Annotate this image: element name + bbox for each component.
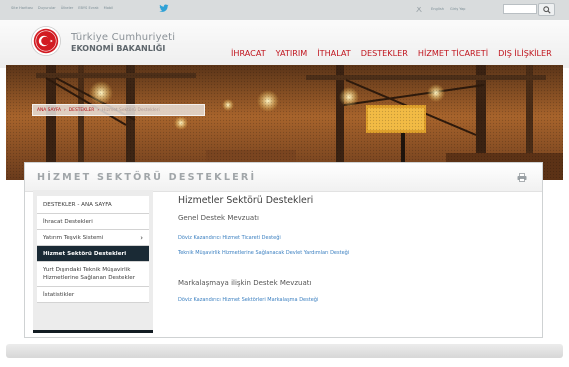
utility-bar: Site Haritası Duyurular Ülkeler EBYS Evr… [0,0,569,20]
search-button[interactable] [538,3,555,16]
ministry-logo-icon[interactable] [31,26,61,56]
search-input[interactable] [503,4,537,14]
search-icon [543,6,551,14]
link-currency-earning-service-trade[interactable]: Döviz Kazandırıcı Hizmet Ticareti Desteğ… [178,235,281,241]
language-icon [416,6,422,13]
countries-link[interactable]: Ülkeler [61,6,73,10]
breadcrumb-separator: › [97,107,100,113]
sidebar-item-label: İstatistikler [43,291,75,298]
sidebar-item-label: İhracat Destekleri [43,218,93,225]
twitter-icon[interactable] [159,4,169,13]
page-title: HİZMET SEKTÖRÜ DESTEKLERİ [37,172,257,183]
footer-band [6,344,563,358]
link-branding-support[interactable]: Döviz Kazandırıcı Hizmet Sektörleri Mark… [178,297,318,303]
breadcrumb: ANA SAYFA › DESTEKLER › Hizmet Sektörü D… [32,104,205,116]
brand-line1: Türkiye Cumhuriyeti [71,32,176,43]
chevron-right-icon: › [140,233,143,242]
sidebar-item-supports-home[interactable]: DESTEKLER - ANA SAYFA [37,196,149,214]
nav-service-trade[interactable]: HİZMET TİCARETİ [418,48,488,58]
login-link[interactable]: Giriş Yap [450,7,465,11]
panel-header: HİZMET SEKTÖRÜ DESTEKLERİ [25,163,542,192]
content-panel: HİZMET SEKTÖRÜ DESTEKLERİ DESTEKLER - AN… [24,162,543,338]
breadcrumb-supports[interactable]: DESTEKLER [69,108,95,113]
sidebar-item-label-line1: Yurt Dışındaki Teknik Müşavirlik [43,267,131,273]
link-technical-consultancy-aid[interactable]: Teknik Müşavirlik Hizmetlerine Sağlanaca… [178,250,349,256]
utility-links: Site Haritası Duyurular Ülkeler EBYS Evr… [11,6,113,10]
nav-foreign-relations[interactable]: DIŞ İLİŞKİLER [498,48,552,58]
sidebar-item-technical-consultancy[interactable]: Yurt Dışındaki Teknik Müşavirlik Hizmetl… [37,262,149,287]
utility-links-right: English Giriş Yap [431,7,465,11]
announcements-link[interactable]: Duyurular [38,6,56,10]
sidebar: DESTEKLER - ANA SAYFA İhracat Destekleri… [33,190,153,333]
sidebar-item-investment-incentive[interactable]: Yatırım Teşvik Sistemi › [37,230,149,246]
site-header: Türkiye Cumhuriyeti EKONOMİ BAKANLIĞI [0,20,569,68]
brand-line2: EKONOMİ BAKANLIĞI [71,44,166,53]
sidebar-item-label: Hizmet Sektörü Destekleri [43,250,127,257]
sidebar-item-label: DESTEKLER - ANA SAYFA [43,201,112,208]
breadcrumb-current: Hizmet Sektörü Destekleri [102,107,160,113]
sidebar-item-service-sector[interactable]: Hizmet Sektörü Destekleri [37,246,149,262]
english-link[interactable]: English [431,7,444,11]
sidebar-item-export-supports[interactable]: İhracat Destekleri [37,214,149,230]
main-nav: İHRACAT YATIRIM İTHALAT DESTEKLER HİZMET… [231,48,552,58]
section-general-legislation: Genel Destek Mevzuatı [178,214,259,222]
mobile-link[interactable]: Mobil [104,6,114,10]
section-branding-legislation: Markalaşmaya ilişkin Destek Mevzuatı [178,279,312,287]
nav-investment[interactable]: YATIRIM [276,48,308,58]
nav-import[interactable]: İTHALAT [317,48,351,58]
sidebar-item-statistics[interactable]: İstatistikler [37,287,149,303]
breadcrumb-separator: › [64,107,66,113]
sidebar-item-label-line2: Hizmetlerine Sağlanan Destekler [43,275,136,281]
breadcrumb-home[interactable]: ANA SAYFA [37,108,61,113]
nav-export[interactable]: İHRACAT [231,48,266,58]
ebys-link[interactable]: EBYS Evrak [78,6,98,10]
print-icon[interactable] [517,173,527,182]
content-title: Hizmetler Sektörü Destekleri [178,195,314,206]
sidebar-item-label: Yurt Dışındaki Teknik Müşavirlik Hizmetl… [43,266,135,282]
site-map-link[interactable]: Site Haritası [11,6,33,10]
sidebar-menu: DESTEKLER - ANA SAYFA İhracat Destekleri… [37,196,149,303]
sidebar-item-label: Yatırım Teşvik Sistemi [43,234,104,241]
nav-supports[interactable]: DESTEKLER [361,48,408,58]
